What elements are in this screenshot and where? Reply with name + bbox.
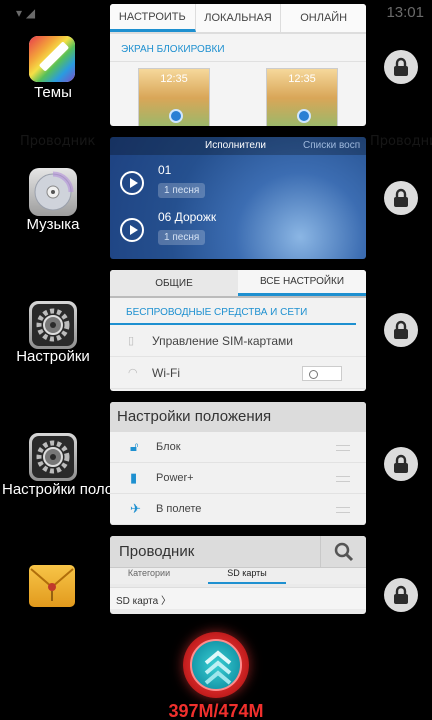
themes-app-preview[interactable]: НАСТРОИТЬ ЛОКАЛЬНАЯ ОНЛАЙН ЭКРАН БЛОКИРО…: [110, 4, 366, 126]
tab-local: ЛОКАЛЬНАЯ: [196, 4, 282, 32]
search-icon: [320, 536, 366, 568]
position-settings-title: Настройки положения: [110, 402, 366, 432]
wireless-section-title: БЕСПРОВОДНЫЕ СРЕДСТВА И СЕТИ: [110, 298, 356, 325]
padlock-icon: 🔓︎: [130, 439, 139, 454]
app-label-themes: Темы: [34, 84, 72, 101]
airplane-icon: ✈: [130, 501, 141, 516]
position-settings-preview[interactable]: Настройки положения 🔓︎ Блок ▮ Power+ ✈ В…: [110, 402, 366, 525]
tab-all-settings: ВСЕ НАСТРОЙКИ: [238, 270, 366, 296]
settings-tabs: ОБЩИЕ ВСЕ НАСТРОЙКИ: [110, 270, 366, 298]
tab-customize: НАСТРОИТЬ: [110, 4, 196, 32]
drag-handle-icon: [336, 476, 350, 482]
settings-app-preview[interactable]: ОБЩИЕ ВСЕ НАСТРОЙКИ БЕСПРОВОДНЫЕ СРЕДСТВ…: [110, 270, 366, 391]
signal-icon: ▾ ◢: [16, 6, 36, 20]
music-disc-icon: [29, 168, 77, 216]
memory-usage-text: 397M/474M: [168, 701, 264, 720]
position-row-airplane: ✈ В полете: [110, 494, 366, 525]
tab-online: ОНЛАЙН: [300, 12, 348, 24]
ghost-label-right: Проводник: [370, 134, 432, 149]
settings-row-wifi: ◠ Wi-Fi: [110, 357, 366, 389]
lockscreen-thumbnail: 12:35: [138, 68, 210, 126]
tab-playlists: Списки восп: [303, 140, 361, 151]
lock-icon[interactable]: [384, 447, 418, 481]
memory-clean-button[interactable]: [183, 632, 249, 698]
play-icon: [120, 171, 144, 195]
app-label-position-settings: Настройки поло: [2, 481, 114, 498]
sim-card-icon: ▯: [128, 335, 135, 347]
themes-palette-icon: [29, 36, 75, 82]
lock-icon[interactable]: [384, 181, 418, 215]
file-manager-preview[interactable]: Проводник Категории SD карты SD карта 〉: [110, 536, 366, 614]
clean-arrows-icon: [190, 639, 242, 691]
lockscreen-section-title: ЭКРАН БЛОКИРОВКИ: [110, 34, 366, 62]
file-manager-tabs: Категории SD карты: [110, 568, 366, 584]
tab-general: ОБЩИЕ: [155, 277, 193, 289]
file-path-breadcrumb: SD карта 〉: [110, 587, 366, 609]
lock-icon[interactable]: [384, 578, 418, 612]
lock-icon[interactable]: [384, 313, 418, 347]
position-row-lock: 🔓︎ Блок: [110, 432, 366, 463]
drag-handle-icon: [336, 507, 350, 513]
battery-icon: ▮: [130, 470, 138, 485]
lockscreen-thumbnail: 12:35: [266, 68, 338, 126]
settings-row-sim: ▯ Управление SIM-картами: [110, 325, 366, 357]
settings-gear-icon: [29, 433, 77, 481]
wifi-icon: ◠: [128, 367, 138, 379]
lockscreen-thumbnails: 12:35 12:35: [110, 62, 366, 126]
tab-sd-cards: SD карты: [208, 568, 286, 584]
ghost-label-left: Проводник: [20, 134, 96, 149]
music-app-preview[interactable]: Исполнители Списки восп 01 1 песня 06 До…: [110, 137, 366, 259]
themes-tabs: НАСТРОИТЬ ЛОКАЛЬНАЯ ОНЛАЙН: [110, 4, 366, 34]
tab-categories: Категории: [127, 568, 171, 578]
lock-icon[interactable]: [384, 50, 418, 84]
app-label-music: Музыка: [26, 216, 80, 233]
wifi-toggle: [302, 366, 342, 381]
position-row-power: ▮ Power+: [110, 463, 366, 494]
music-header: Исполнители Списки восп: [110, 137, 366, 155]
play-icon: [120, 218, 144, 242]
app-label-settings: Настройки: [16, 348, 90, 365]
file-manager-title: Проводник: [110, 536, 366, 568]
settings-gear-icon: [29, 301, 77, 349]
status-clock: 13:01: [386, 4, 424, 21]
drag-handle-icon: [336, 445, 350, 451]
tab-artists: Исполнители: [205, 140, 267, 151]
file-manager-envelope-icon: [29, 565, 75, 607]
